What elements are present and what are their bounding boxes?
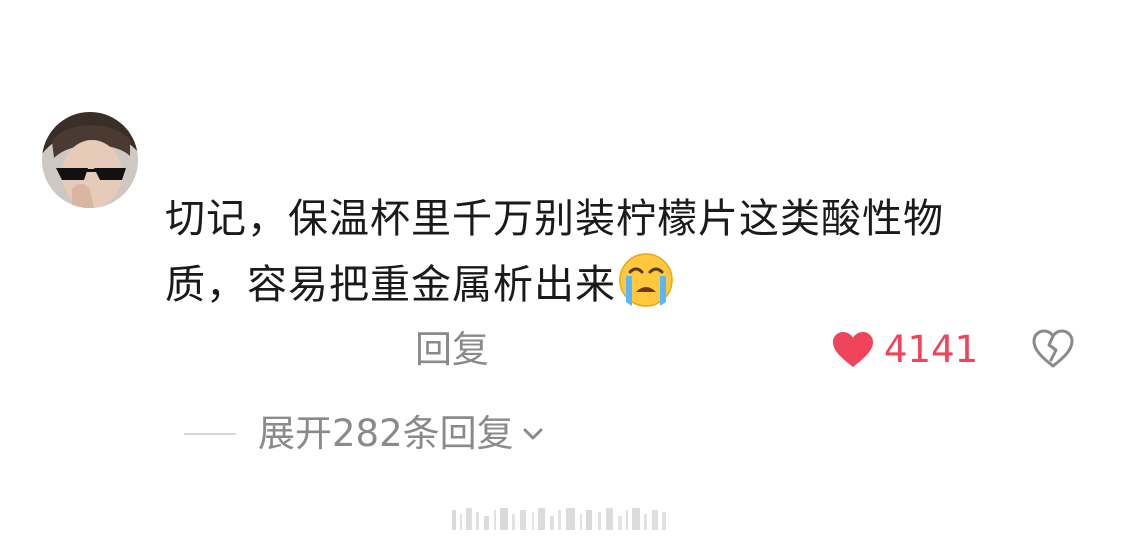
- comment-text: 切记，保温杯里千万别装柠檬片这类酸性物 质，容易把重金属析出来: [165, 186, 1045, 318]
- crying-face-icon: [618, 252, 674, 308]
- chevron-down-icon: [523, 428, 543, 440]
- comment-text-line-1: 切记，保温杯里千万别装柠檬片这类酸性物: [165, 196, 944, 242]
- comment-text-line-2: 质，容易把重金属析出来: [165, 252, 1045, 318]
- comment-item: 切记，保温杯里千万别装柠檬片这类酸性物 质，容易把重金属析出来 回复 4141: [0, 0, 1125, 542]
- broken-heart-icon: [1032, 329, 1074, 368]
- like-count: 4141: [884, 328, 979, 371]
- like-button[interactable]: 4141: [832, 326, 978, 374]
- expand-replies-label: 展开282条回复: [258, 412, 514, 455]
- watermark-barcode-icon: [452, 508, 666, 530]
- reply-button[interactable]: 回复: [415, 326, 489, 374]
- comment-text-line-2-content: 质，容易把重金属析出来: [165, 262, 616, 308]
- avatar[interactable]: [42, 112, 138, 208]
- expand-replies-button[interactable]: 展开282条回复: [184, 408, 548, 460]
- heart-icon: [833, 332, 873, 367]
- dislike-button[interactable]: [1030, 326, 1076, 372]
- divider-line: [184, 433, 236, 435]
